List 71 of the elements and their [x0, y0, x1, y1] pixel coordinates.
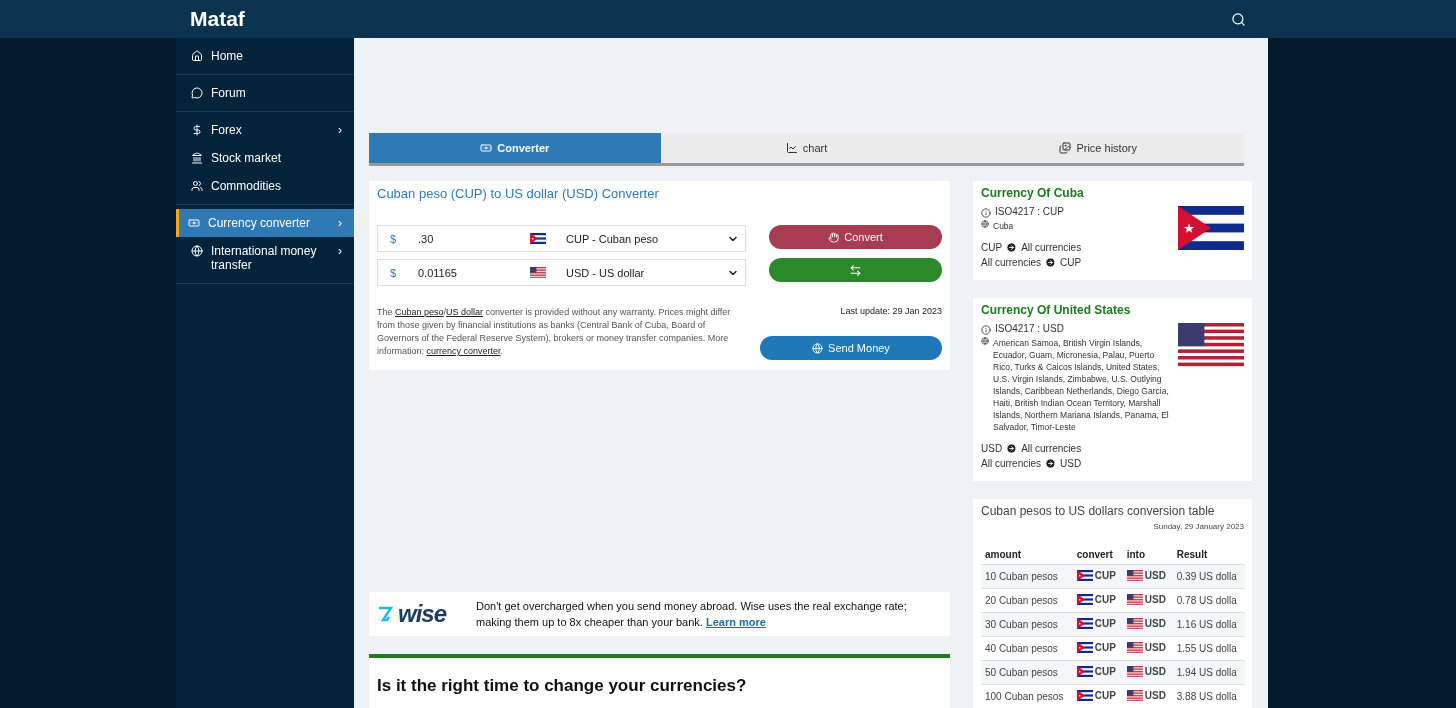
currency-code: CUP: [1094, 666, 1116, 677]
currency-title: Currency Of Cuba: [981, 186, 1085, 200]
column-header: amount: [981, 545, 1073, 565]
tab[interactable]: Price history: [952, 133, 1244, 163]
currency-select[interactable]: USD - US dollar: [546, 260, 745, 285]
section-heading: Is it the right time to change your currencies?: [377, 676, 748, 696]
converter-title: Cuban peso (CUP) to US dollar (USD) Converter: [377, 186, 660, 201]
sidebar-item[interactable]: Forex ›: [176, 116, 354, 144]
chevron-icon: ›: [338, 216, 342, 230]
column-header: Result: [1172, 545, 1245, 565]
sidebar-label: Stock market: [211, 151, 283, 165]
currency-title: Currency Of United States: [981, 303, 1132, 317]
table-cell: 50 Cuban pesos: [981, 660, 1073, 685]
chevron-icon: ›: [338, 123, 342, 137]
tab[interactable]: chart: [660, 133, 953, 163]
currency-symbol: $: [390, 232, 398, 245]
site-logo[interactable]: Mataf: [190, 7, 245, 31]
sidebar-item[interactable]: Home: [176, 42, 354, 70]
currency-list-link[interactable]: All currencies CUP: [981, 255, 1082, 270]
send-money-button[interactable]: Send Money: [760, 336, 942, 360]
column-header: convert: [1072, 545, 1123, 565]
currency-link[interactable]: US dollar: [446, 307, 484, 317]
currency-code: CUP: [1094, 690, 1116, 701]
sidebar-label: Forex: [211, 123, 243, 137]
sidebar-label: Currency converter: [208, 216, 312, 230]
wise-logo[interactable]: wise: [377, 600, 447, 628]
currency-code: USD: [1144, 690, 1166, 701]
column-header: into: [1122, 545, 1173, 565]
table-cell: 40 Cuban pesos: [981, 636, 1073, 661]
currency-list-link[interactable]: All currencies USD: [981, 456, 1172, 471]
iso-code: ISO4217 : USD: [995, 323, 1064, 334]
chevron-icon: ›: [338, 244, 342, 258]
sidebar-label: Commodities: [211, 179, 283, 193]
currency-list-link[interactable]: CUP All currencies: [981, 240, 1082, 255]
table-cell: 20 Cuban pesos: [981, 588, 1073, 613]
wise-text: Don't get overcharged when you send money abroad. Wise uses the real exchange rate; making them up to 8x cheaper than your bank. Learn more: [476, 599, 908, 630]
sidebar-label: International money transfer: [211, 244, 318, 272]
currency-code: CUP: [1094, 618, 1116, 629]
countries-text: Cuba: [993, 220, 1014, 232]
table-date: Sunday, 29 January 2023: [1152, 522, 1244, 531]
sidebar-label: Forum: [211, 86, 247, 100]
currency-code: USD: [1144, 642, 1166, 653]
table-cell: 30 Cuban pesos: [981, 612, 1073, 637]
sidebar-item[interactable]: Forum: [176, 79, 354, 107]
currency-symbol: $: [390, 266, 398, 279]
currency-code: CUP: [1094, 570, 1116, 581]
currency-code: CUP: [1094, 642, 1116, 653]
currency-code: CUP: [1094, 594, 1116, 605]
sidebar-item[interactable]: International money transfer ›: [176, 237, 354, 279]
currency-code: USD: [1144, 666, 1166, 677]
sidebar-item[interactable]: Commodities: [176, 172, 354, 200]
sidebar-item[interactable]: Stock market: [176, 144, 354, 172]
currency-link[interactable]: Cuban peso: [395, 307, 444, 317]
wise-wordmark: wise: [398, 600, 447, 628]
currency-code: USD: [1144, 570, 1166, 581]
currency-list-link[interactable]: USD All currencies: [981, 441, 1172, 456]
countries-text: American Samoa, British Virgin Islands, Ecuador, Guam, Micronesia, Palau, Puerto Rico, Turks & Caicos Islands, United States, U.S. Virgin Islands, Zimbabwe, U.S. Outlying Islands, Caribbean Netherlands, Diego Garcia, Haiti, British Indian Ocean Territory, Marshall Islands, Northern Mariana Islands, Panama, El Salvador, Timor-Leste: [993, 337, 1170, 433]
iso-code: ISO4217 : CUP: [995, 206, 1064, 217]
table-cell: 10 Cuban pesos: [981, 564, 1073, 589]
sidebar-label: Home: [211, 49, 244, 63]
currency-select[interactable]: CUP - Cuban peso: [546, 226, 745, 251]
last-update: Last update: 29 Jan 2023: [839, 306, 942, 316]
currency-code: USD: [1144, 618, 1166, 629]
currency-code: USD: [1144, 594, 1166, 605]
tab[interactable]: Converter: [369, 133, 661, 163]
convert-button[interactable]: Convert: [769, 225, 942, 249]
disclaimer-text: The Cuban peso/US dollar converter is provided without any warranty. Prices might differ from those given by financial institutions as banks (Central Bank of Cuba, Board of Governors of the Federal Reserve System), brokers or money transfer companies. More information: currency converter.: [377, 306, 732, 358]
converter-link[interactable]: currency converter: [426, 346, 501, 356]
sidebar-item[interactable]: Currency converter ›: [176, 209, 354, 237]
learn-more-link[interactable]: Learn more: [705, 616, 766, 628]
table-title: Cuban pesos to US dollars conversion table: [981, 504, 1216, 518]
